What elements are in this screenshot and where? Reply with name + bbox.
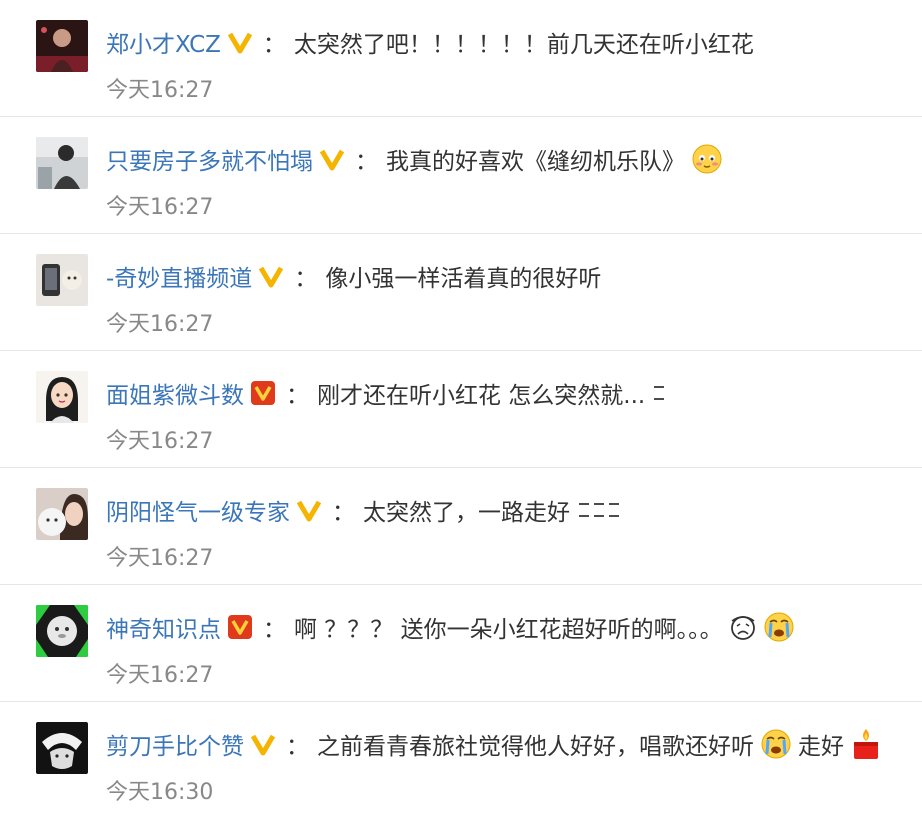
username-link[interactable]: 郑小才XCZ [106,25,221,59]
broken-glyph-icon [576,498,624,522]
separator: ： [263,617,286,643]
avatar[interactable] [36,371,88,423]
username-link[interactable]: 面姐紫微斗数 [106,376,244,410]
username-link[interactable]: 只要房子多就不怕塌 [106,142,313,176]
separator: ： [286,383,309,409]
comment-item: 面姐紫微斗数 ： 刚才还在听小红花 怎么突然就... 今天16:27 [0,351,922,468]
comment-list: 郑小才XCZ ： 太突然了吧！！！！！！前几天还在听小红花 今天16:27 只要… [0,0,922,824]
separator: ： [262,32,286,58]
verified-badge-icon [296,497,322,523]
timestamp: 今天16:27 [106,663,214,688]
blush-face-icon [691,143,723,175]
comment-text: 我真的好喜欢《缝纫机乐队》 [386,149,685,175]
avatar[interactable] [36,722,88,774]
avatar[interactable] [36,137,88,189]
timestamp: 今天16:27 [106,312,214,337]
comment-item: -奇妙直播频道 ： 像小强一样活着真的很好听 今天16:27 [0,234,922,351]
timestamp: 今天16:27 [106,195,214,220]
timestamp: 今天16:27 [106,546,214,571]
crying-face-icon [763,611,795,643]
verified-badge-icon [250,731,276,757]
comment-text: 之前看青春旅社觉得他人好好，唱歌还好听 [317,734,754,760]
candle-icon [850,727,882,761]
comment-text: 像小强一样活着真的很好听 [325,266,602,292]
comment-text: 啊 ？？？ 送你一朵小红花超好听的啊。。。 [294,617,723,643]
comment-item: 剪刀手比个赞 ： 之前看青春旅社觉得他人好好，唱歌还好听 走好 今天16:30 [0,702,922,824]
timestamp: 今天16:30 [106,780,214,805]
username-link[interactable]: 阴阳怪气一级专家 [106,493,290,527]
username-link[interactable]: -奇妙直播频道 [106,259,252,293]
comment-text: 太突然了，一路走好 [363,500,570,526]
timestamp: 今天16:27 [106,78,214,103]
separator: ： [294,266,318,292]
comment-item: 神奇知识点 ： 啊 ？？？ 送你一朵小红花超好听的啊。。。 今天16:27 [0,585,922,702]
username-link[interactable]: 神奇知识点 [106,610,221,644]
sad-face-icon [729,613,757,641]
crying-face-icon [760,728,792,760]
comment-item: 郑小才XCZ ： 太突然了吧！！！！！！前几天还在听小红花 今天16:27 [0,0,922,117]
verified-badge-icon [319,146,345,172]
verified-badge-icon [227,29,253,55]
comment-text: 刚才还在听小红花 怎么突然就... [317,383,646,409]
username-link[interactable]: 剪刀手比个赞 [106,727,244,761]
avatar[interactable] [36,605,88,657]
comment-item: 只要房子多就不怕塌 ： 我真的好喜欢《缝纫机乐队》 今天16:27 [0,117,922,234]
comment-item: 阴阳怪气一级专家 ： 太突然了，一路走好 今天16:27 [0,468,922,585]
verified-badge-red-icon [227,614,253,640]
separator: ： [286,734,309,760]
avatar[interactable] [36,488,88,540]
avatar[interactable] [36,254,88,306]
separator: ： [332,500,355,526]
verified-badge-red-icon [250,380,276,406]
broken-glyph-icon [651,381,667,405]
comment-text: 太突然了吧！！！！！！前几天还在听小红花 [293,32,754,58]
verified-badge-icon [258,263,284,289]
avatar[interactable] [36,20,88,72]
comment-text-2: 走好 [798,734,844,760]
separator: ： [355,149,378,175]
timestamp: 今天16:27 [106,429,214,454]
